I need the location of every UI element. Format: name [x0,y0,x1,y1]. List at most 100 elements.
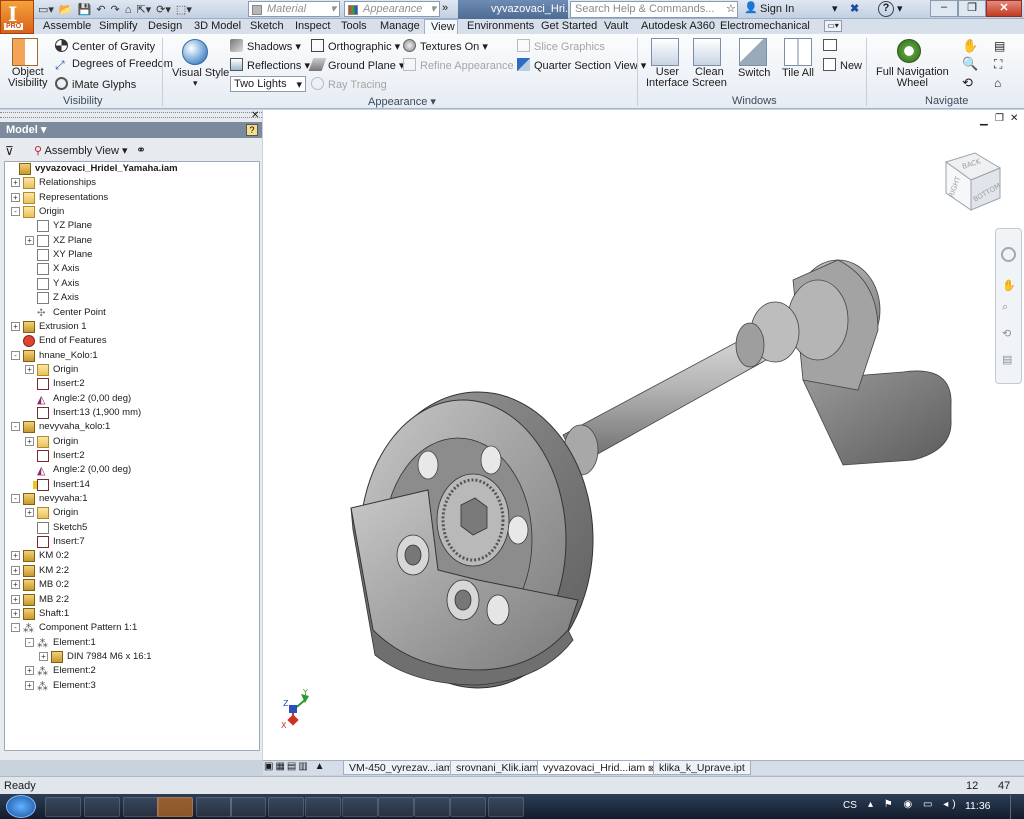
sign-in-link[interactable]: Sign In [760,3,794,15]
restore-window-button[interactable]: ❐ [958,0,986,17]
chevron-down-icon[interactable]: ▾ [832,2,838,15]
help-icon[interactable]: ? [246,124,258,136]
collapse-icon[interactable]: - [11,422,20,432]
reflections-button[interactable]: Reflections ▾ [230,58,310,72]
explorer-taskbar-icon[interactable] [45,797,81,817]
expand-icon[interactable]: + [25,508,34,518]
doc-tab[interactable]: VM-450_vyrezav...iam [343,760,459,775]
ribbon-options-icon[interactable]: ▭▾ [824,20,842,32]
exchange-icon[interactable]: ✖ [850,2,859,15]
slice-graphics-button[interactable]: Slice Graphics [517,39,605,53]
object-visibility-icon[interactable] [12,38,38,66]
close-window-button[interactable]: ✕ [986,0,1022,17]
collapse-icon[interactable]: - [25,637,34,647]
material-select[interactable]: Material ▾ [248,1,340,17]
clean-screen-icon[interactable] [693,38,721,66]
language-indicator[interactable]: CS [843,800,857,811]
full-navigation-wheel-button[interactable]: Full Navigation Wheel [876,67,949,89]
tab-inspect[interactable]: Inspect [295,19,330,34]
tab-environments[interactable]: Environments [467,19,534,34]
expand-icon[interactable]: + [25,364,34,374]
navigation-wheel-icon[interactable] [897,39,921,63]
model-canvas[interactable]: BACK RIGHT BOTTOM Y Z X [263,110,1024,760]
folder-taskbar-icon[interactable] [305,797,341,817]
pan-icon[interactable]: ✋ [962,38,978,54]
orbit-icon[interactable]: ⟲ [962,75,973,91]
expand-icon[interactable]: + [39,651,48,661]
tab-design[interactable]: Design [148,19,182,34]
minimize-window-button[interactable]: – [930,0,958,17]
expand-icon[interactable]: + [25,680,34,690]
expand-icon[interactable]: + [11,565,20,575]
undo-icon[interactable]: ↶ [96,3,105,16]
collapse-icon[interactable]: - [11,623,20,633]
user-interface-icon[interactable] [651,38,679,66]
document-taskbar-icon[interactable] [488,797,524,817]
app-taskbar-icon[interactable] [230,797,266,817]
chevron-down-icon[interactable]: ▾ [193,78,198,89]
tab-tools[interactable]: Tools [341,19,367,34]
open-icon[interactable]: 📂 [59,3,73,16]
taskbar-clock[interactable]: 11:36 [965,800,991,812]
viewport-restore-icon[interactable]: ❐ [995,113,1004,124]
shadows-button[interactable]: Shadows ▾ [230,39,301,53]
chrome-taskbar-icon[interactable] [342,797,378,817]
update-icon[interactable]: ⟳▾ [156,3,171,16]
visual-style-icon[interactable] [182,39,208,65]
filter-icon[interactable]: ⊽ [5,144,14,158]
doc-tab[interactable]: klika_k_Uprave.ipt [653,760,751,775]
tab-autodesk-a360[interactable]: Autodesk A360 [641,19,715,34]
expand-icon[interactable]: + [11,178,20,188]
ray-tracing-button[interactable]: Ray Tracing [311,77,387,91]
new-icon[interactable]: ▭▾ [38,3,54,16]
user-interface-button[interactable]: User Interface [646,67,689,89]
tab-3d-model[interactable]: 3D Model [194,19,241,34]
tab-vault[interactable]: Vault [604,19,628,34]
zoom-icon[interactable]: 🔍 [962,56,978,72]
expand-icon[interactable]: + [11,551,20,561]
help-button[interactable]: ? [878,1,894,17]
tab-sketch[interactable]: Sketch [250,19,284,34]
help-search-input[interactable]: Search Help & Commands... [570,1,738,18]
visual-studio-taskbar-icon[interactable] [84,797,120,817]
select-icon[interactable]: ⬚▾ [176,3,192,16]
new-window-button[interactable]: New [823,58,862,72]
window-layout-icons[interactable]: ▣▦▤▥ ▲ [264,761,326,772]
ground-plane-button[interactable]: Ground Plane ▾ [308,58,404,72]
look-at-icon[interactable]: ▤ [1002,353,1012,366]
return-icon[interactable]: ⇱▾ [136,3,151,16]
opera-taskbar-icon[interactable] [268,797,304,817]
appearance-select[interactable]: Appearance ▾ [344,1,440,17]
appearance-group-title[interactable]: Appearance ▾ [368,95,436,108]
orbit-icon[interactable]: ⟲ [1002,327,1011,340]
orthographic-button[interactable]: Orthographic ▾ [311,39,400,53]
imate-glyphs-button[interactable]: iMate Glyphs [55,77,136,91]
right-counterweight[interactable] [787,259,952,466]
save-icon[interactable]: 💾 [78,3,92,16]
tab-get-started[interactable]: Get Started [541,19,597,34]
refine-appearance-button[interactable]: Refine Appearance [403,58,514,72]
cascade-icon[interactable] [823,39,837,51]
matlab-taskbar-icon[interactable] [123,797,159,817]
viewport-minimize-icon[interactable]: ▁ [980,115,988,126]
model-browser-header[interactable]: Model ▾ [0,122,262,138]
assembly-view-select[interactable]: ⚲ Assembly View ▾ [34,144,127,157]
clean-screen-button[interactable]: Clean Screen [692,67,727,89]
degrees-of-freedom-button[interactable]: ⤢ Degrees of Freedom [55,58,173,72]
textures-on-button[interactable]: Textures On ▾ [403,39,488,53]
lighting-style-select[interactable]: Two Lights ▾ [230,76,306,92]
acrobat-taskbar-icon[interactable] [378,797,414,817]
object-visibility-button[interactable]: Object Visibility [8,67,48,89]
shaft[interactable] [562,301,800,476]
start-button[interactable] [6,795,36,818]
tile-all-icon[interactable] [784,38,812,66]
tray-icons[interactable]: ▴ ⚑ ◉ ▭ ◂) [868,799,960,810]
doc-tab[interactable]: srovnani_Klik.iam [450,760,545,775]
viewport-close-icon[interactable]: ✕ [1010,113,1018,124]
tab-view[interactable]: View [424,19,458,34]
zoom-icon[interactable]: ⌕ [1002,301,1008,314]
home-view-icon[interactable]: ⌂ [994,76,1001,90]
expand-icon[interactable]: + [11,192,20,202]
show-desktop-button[interactable] [1010,795,1024,819]
collapse-icon[interactable]: - [11,207,20,217]
